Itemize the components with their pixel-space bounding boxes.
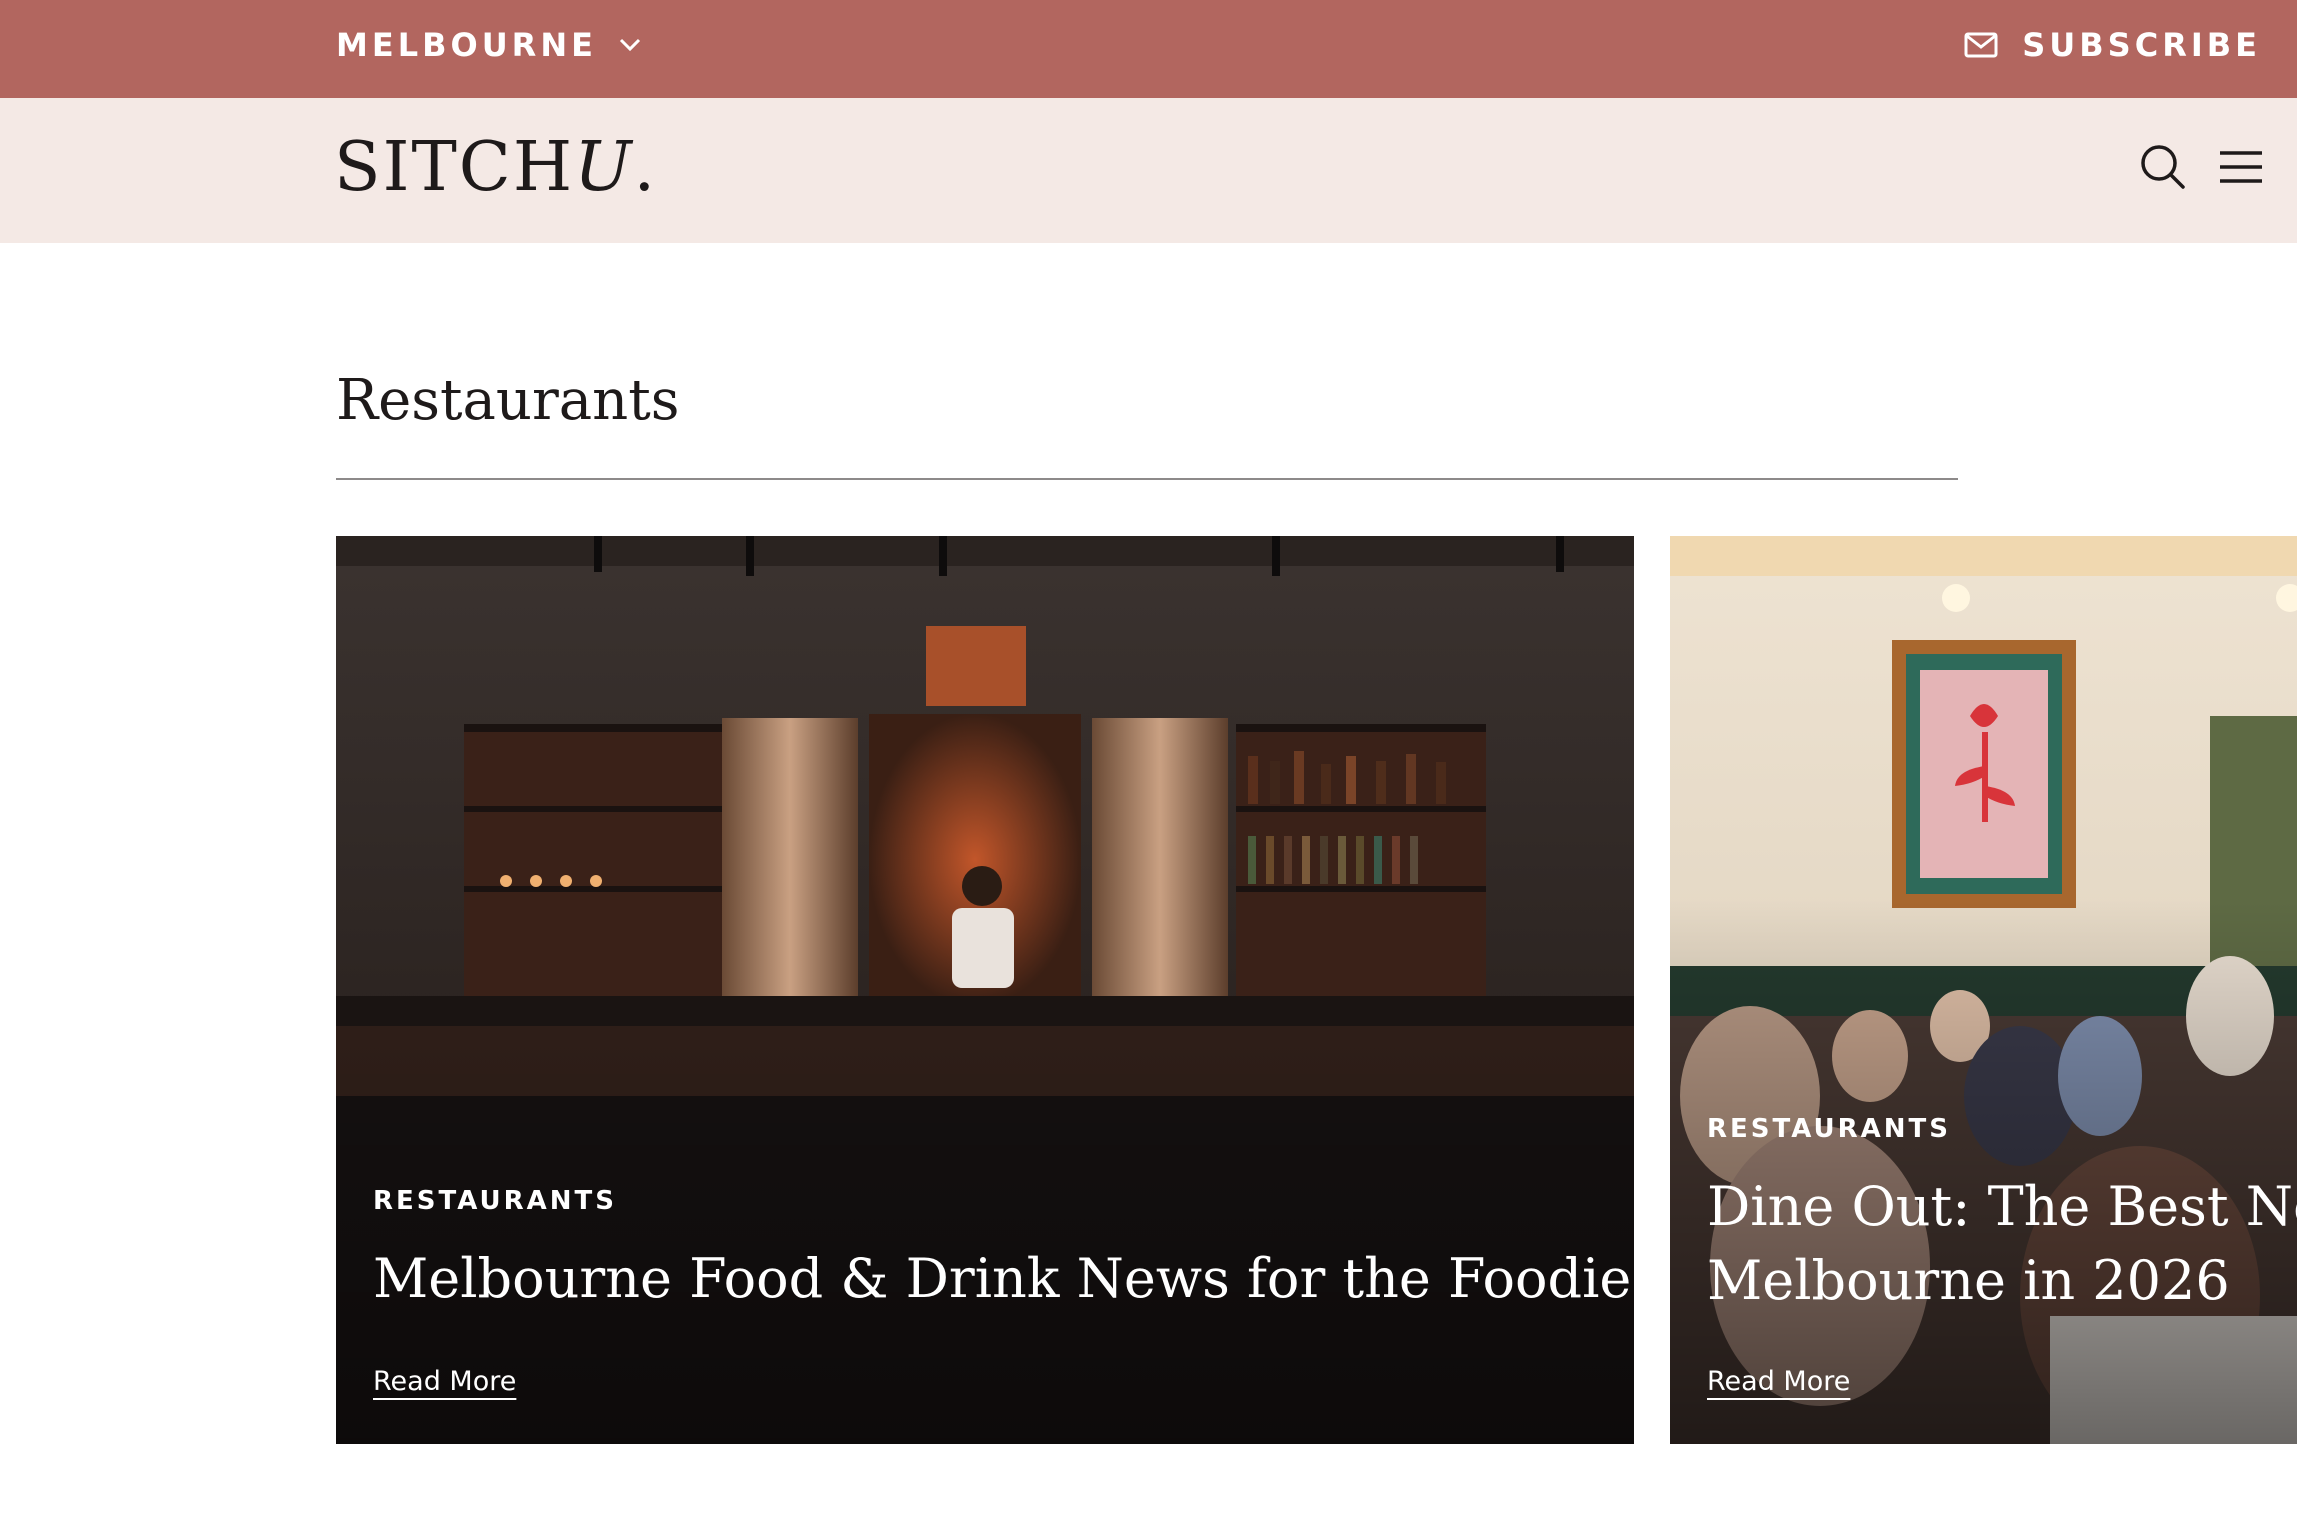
section-divider (336, 478, 1958, 480)
logo-text: SITCH (334, 128, 575, 207)
read-more-link[interactable]: Read More (373, 1366, 516, 1397)
mail-icon (1964, 32, 1998, 58)
read-more-link[interactable]: Read More (1707, 1366, 1850, 1397)
article-title-line-1: Dine Out: The Best New (1707, 1175, 2297, 1238)
chevron-down-icon (619, 38, 641, 52)
article-category[interactable]: RESTAURANTS (1707, 1114, 1951, 1144)
site-header: SITCHU. (0, 98, 2297, 243)
section-title: Restaurants (336, 368, 680, 433)
article-title-line-2: Melbourne in 2026 (1707, 1249, 2230, 1312)
subscribe-button[interactable]: SUBSCRIBE (1964, 26, 2261, 64)
article-title[interactable]: Dine Out: The Best New Melbourne in 2026 (1707, 1170, 2297, 1318)
logo-italic-u: U (574, 128, 634, 207)
site-logo[interactable]: SITCHU. (334, 128, 657, 207)
article-card[interactable]: RESTAURANTS Melbourne Food & Drink News … (336, 536, 1634, 1444)
logo-dot: . (633, 128, 658, 207)
city-selector[interactable]: MELBOURNE (336, 26, 641, 64)
article-title[interactable]: Melbourne Food & Drink News for the Food… (373, 1242, 1634, 1316)
menu-icon[interactable] (2220, 150, 2262, 184)
search-icon[interactable] (2140, 144, 2186, 190)
top-bar: MELBOURNE SUBSCRIBE (0, 0, 2297, 98)
city-label: MELBOURNE (336, 26, 597, 64)
article-category[interactable]: RESTAURANTS (373, 1186, 617, 1216)
subscribe-label: SUBSCRIBE (2022, 26, 2261, 64)
article-card[interactable]: RESTAURANTS Dine Out: The Best New Melbou… (1670, 536, 2297, 1444)
